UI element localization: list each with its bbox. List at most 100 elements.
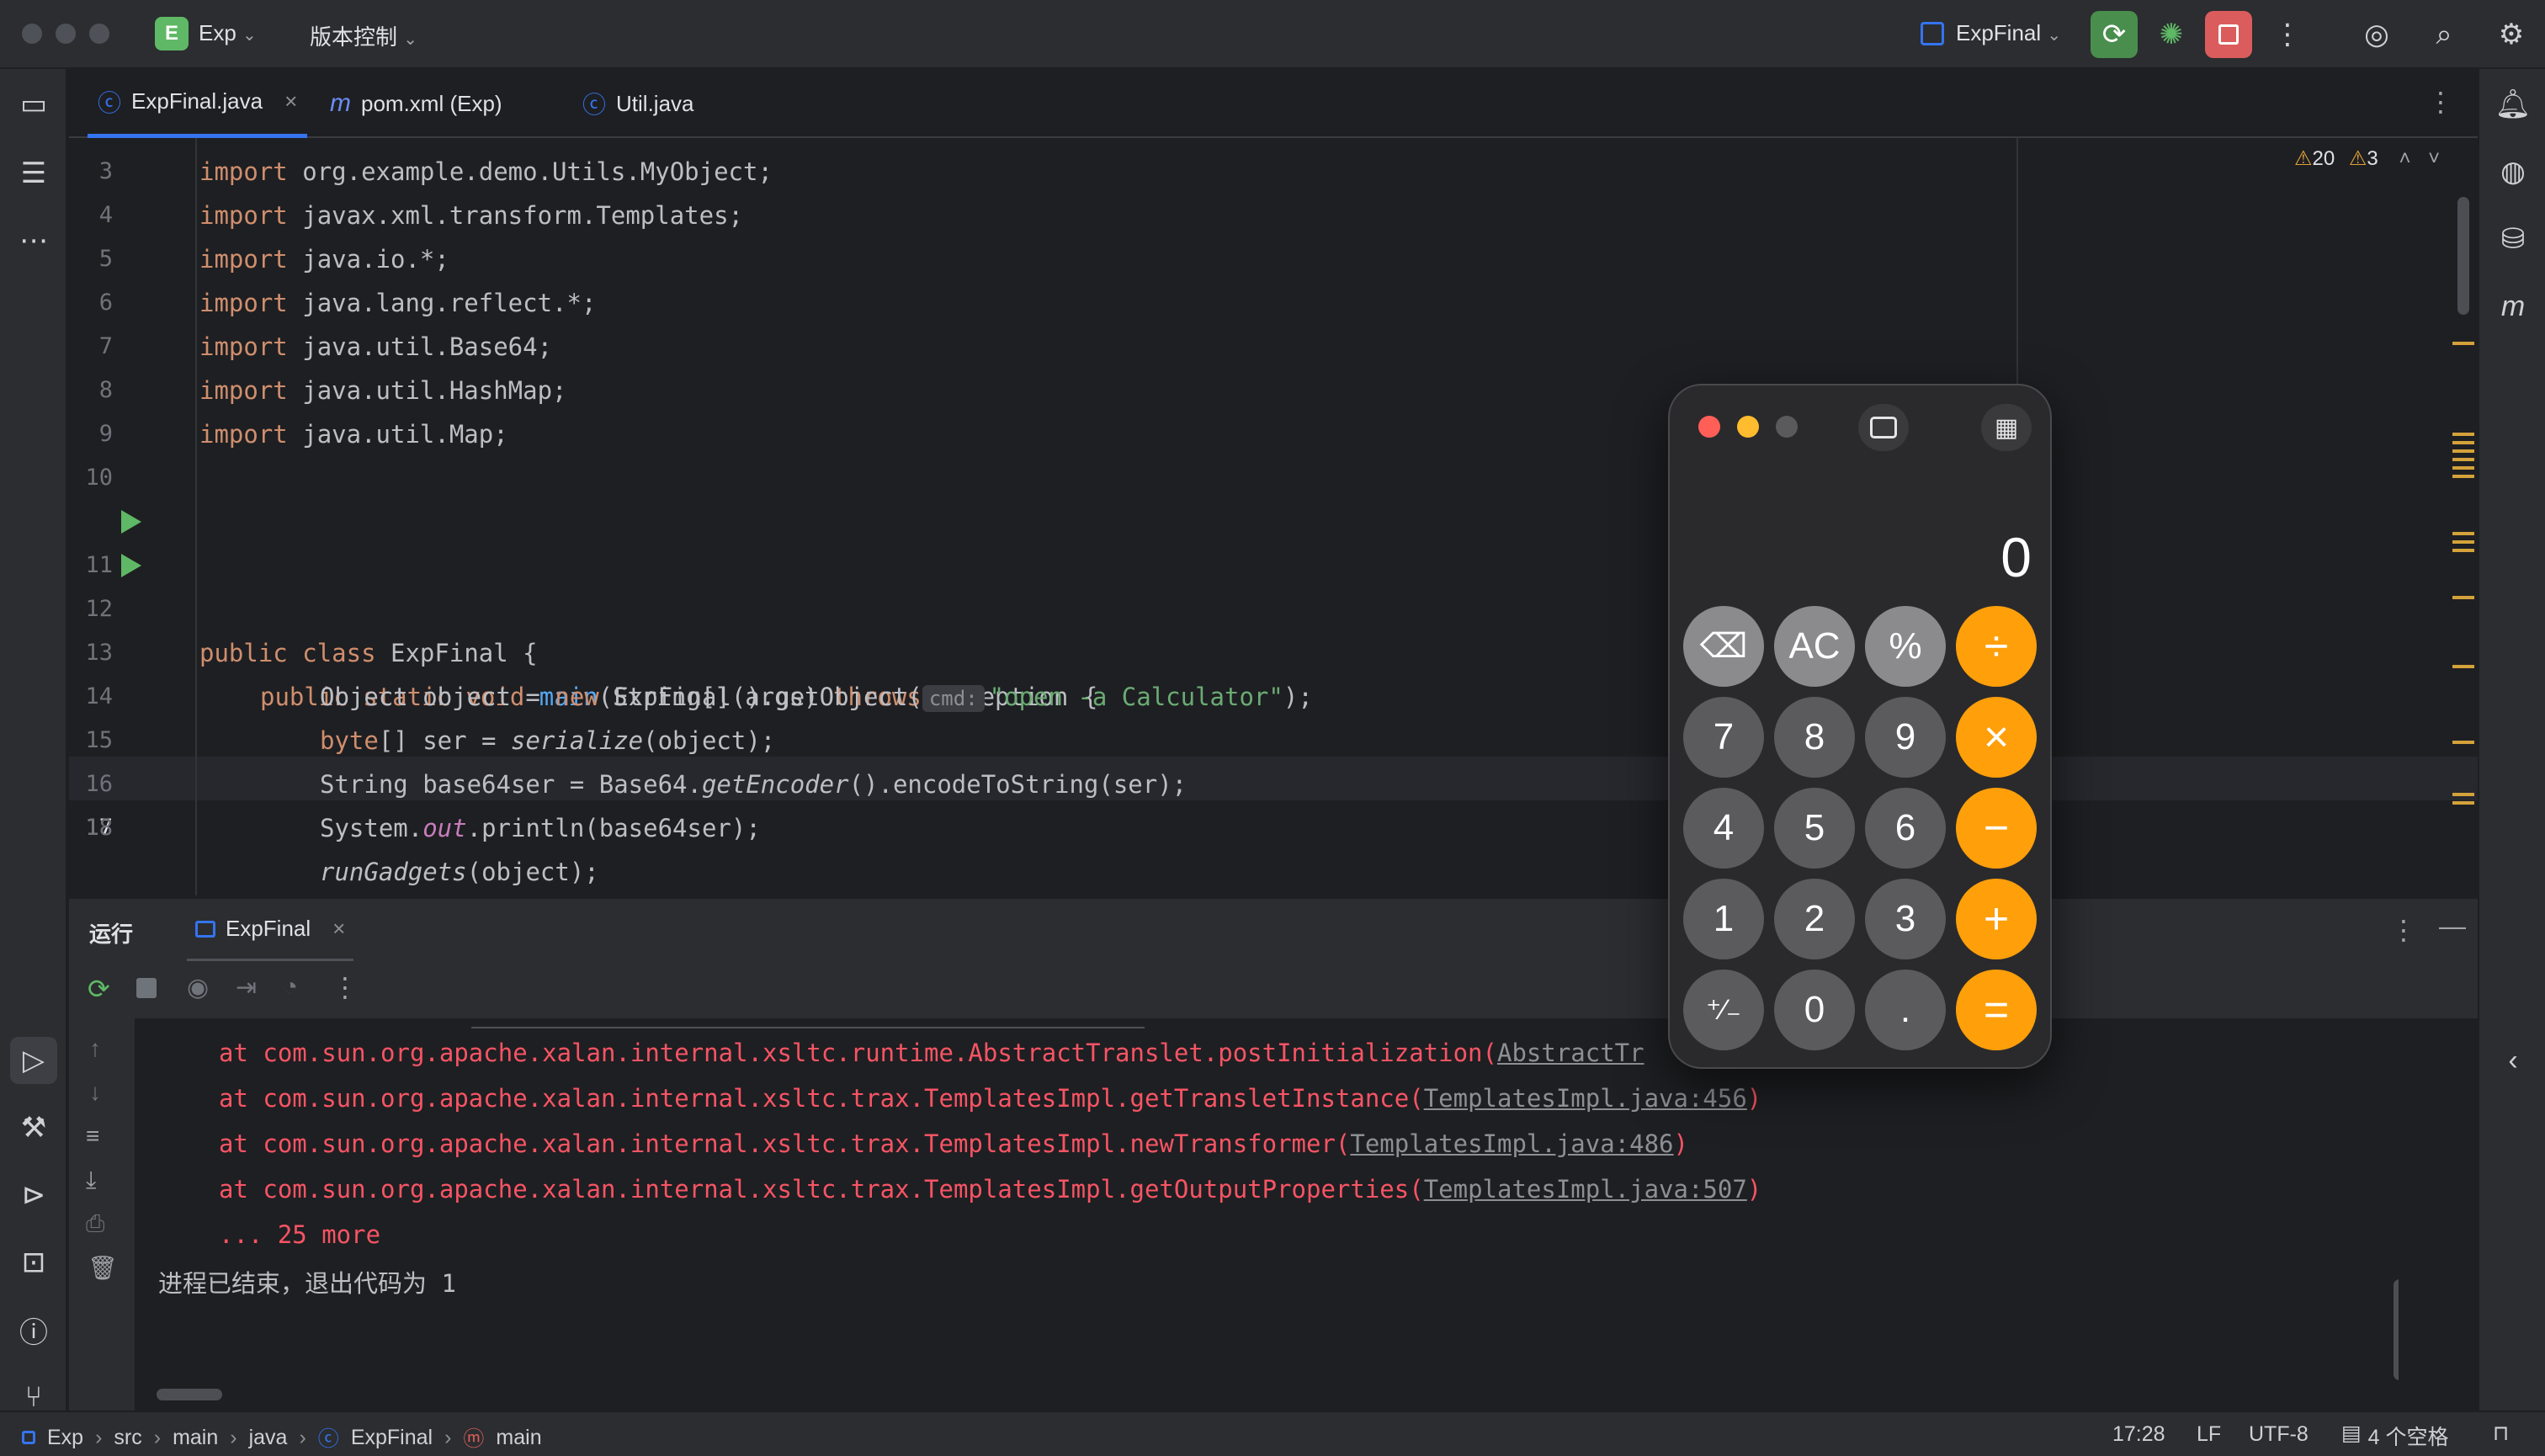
- project-tool-button[interactable]: ▭: [10, 81, 57, 128]
- breadcrumb-item[interactable]: java: [249, 1426, 288, 1450]
- down-arrow-button[interactable]: ↓: [89, 1079, 101, 1106]
- tab-options-button[interactable]: ⋮: [2427, 86, 2454, 118]
- more-tools-button[interactable]: ⋯: [10, 217, 57, 264]
- ai-assistant-button[interactable]: ◎: [2353, 11, 2400, 58]
- digit-0-button[interactable]: 0: [1774, 970, 1855, 1050]
- all-clear-button[interactable]: AC: [1774, 606, 1855, 687]
- source-link[interactable]: TemplatesImpl.java:486: [1350, 1129, 1673, 1158]
- scroll-to-end-button[interactable]: ⤓: [86, 1166, 96, 1194]
- percent-button[interactable]: %: [1865, 606, 1946, 687]
- play-icon: ▷: [22, 1044, 45, 1076]
- breadcrumb-item[interactable]: main: [173, 1426, 218, 1450]
- run-config-selector[interactable]: ExpFinal ⌄: [1956, 20, 2061, 46]
- screenshot-button[interactable]: ◉: [187, 973, 209, 1002]
- console-output[interactable]: at com.sun.org.apache.xalan.internal.xsl…: [135, 1018, 2399, 1411]
- run-class-gutter-icon[interactable]: [121, 510, 141, 534]
- maven-button[interactable]: m: [2489, 283, 2537, 330]
- code-line: 10: [69, 456, 2478, 500]
- calculator-mode-button[interactable]: ▦: [1981, 404, 2032, 451]
- run-tool-button[interactable]: ▷: [10, 1037, 57, 1084]
- zoom-window-button[interactable]: [89, 24, 109, 44]
- backspace-button[interactable]: ⌫: [1683, 606, 1764, 687]
- structure-tool-button[interactable]: ☰: [10, 150, 57, 197]
- breadcrumb-item[interactable]: ExpFinal: [351, 1426, 433, 1450]
- more-actions-button[interactable]: ⋮: [2264, 11, 2311, 58]
- tab-pom-xml[interactable]: m pom.xml (Exp): [330, 69, 502, 138]
- print-button[interactable]: ⎙: [86, 1210, 104, 1238]
- vertical-scrollbar[interactable]: [2394, 1279, 2399, 1380]
- notifications-button[interactable]: 🔔︎: [2489, 81, 2537, 128]
- file-encoding[interactable]: UTF-8: [2249, 1422, 2309, 1447]
- ai-chat-button[interactable]: ◍: [2489, 148, 2537, 195]
- digit-7-button[interactable]: 7: [1683, 697, 1764, 778]
- cursor-position[interactable]: 17:28: [2112, 1422, 2165, 1447]
- search-button[interactable]: ⌕: [2420, 11, 2468, 58]
- stop-button[interactable]: [136, 978, 157, 998]
- decimal-button[interactable]: .: [1865, 970, 1946, 1050]
- minimize-panel-button[interactable]: —: [2439, 911, 2466, 942]
- digit-9-button[interactable]: 9: [1865, 697, 1946, 778]
- horizontal-scrollbar[interactable]: [157, 1389, 222, 1400]
- digit-8-button[interactable]: 8: [1774, 697, 1855, 778]
- tab-run-expfinal[interactable]: ExpFinal ×: [187, 899, 354, 963]
- calc-close-button[interactable]: [1698, 416, 1720, 438]
- services-tool-button[interactable]: ⊳: [10, 1172, 57, 1219]
- calc-zoom-button[interactable]: [1776, 416, 1798, 438]
- tab-util-java[interactable]: ⓒ Util.java: [582, 69, 694, 138]
- more-frames-line: ... 25 more: [219, 1220, 381, 1249]
- soft-wrap-button[interactable]: ≡: [86, 1123, 99, 1150]
- multiply-button[interactable]: ×: [1956, 697, 2037, 778]
- keyword: import: [199, 332, 288, 361]
- collapse-panel-button[interactable]: ‹: [2489, 1037, 2537, 1084]
- breadcrumb-item[interactable]: Exp: [47, 1426, 83, 1450]
- indent-setting[interactable]: ▤ 4 个空格: [2341, 1421, 2448, 1451]
- line-number: 4: [98, 202, 113, 228]
- close-icon[interactable]: ×: [284, 88, 297, 114]
- profiler-button[interactable]: ◔: [283, 973, 298, 1002]
- minimize-window-button[interactable]: [56, 24, 76, 44]
- calc-minimize-button[interactable]: [1737, 416, 1759, 438]
- sidebar-toggle-button[interactable]: [1858, 404, 1909, 451]
- settings-button[interactable]: ⚙: [2488, 11, 2535, 58]
- rerun-button[interactable]: ⟳: [2091, 11, 2138, 58]
- add-button[interactable]: +: [1956, 879, 2037, 959]
- clear-console-button[interactable]: 🗑︎: [88, 1254, 118, 1282]
- digit-3-button[interactable]: 3: [1865, 879, 1946, 959]
- source-link[interactable]: AbstractTr: [1497, 1039, 1644, 1067]
- subtract-button[interactable]: −: [1956, 788, 2037, 869]
- lock-button[interactable]: ⊓: [2493, 1421, 2510, 1446]
- debug-button[interactable]: ✺: [2148, 11, 2195, 58]
- breadcrumb-item[interactable]: main: [496, 1426, 541, 1450]
- source-link[interactable]: TemplatesImpl.java:507: [1424, 1175, 1747, 1204]
- close-icon[interactable]: ×: [332, 916, 345, 942]
- toggle-sign-button[interactable]: ⁺∕₋: [1683, 970, 1764, 1050]
- run-main-gutter-icon[interactable]: [121, 554, 141, 577]
- close-window-button[interactable]: [22, 24, 42, 44]
- run-panel-options[interactable]: ⋮: [2390, 914, 2417, 946]
- divide-button[interactable]: ÷: [1956, 606, 2037, 687]
- terminal-tool-button[interactable]: ⊡: [10, 1239, 57, 1286]
- database-button[interactable]: ⛁: [2489, 215, 2537, 263]
- export-button[interactable]: ⇥: [236, 973, 257, 1002]
- up-arrow-button[interactable]: ↑: [89, 1035, 101, 1062]
- digit-6-button[interactable]: 6: [1865, 788, 1946, 869]
- breadcrumb-item[interactable]: src: [114, 1426, 141, 1450]
- tab-expfinal-java[interactable]: ⓒ ExpFinal.java ×: [88, 69, 308, 138]
- code-editor[interactable]: ⚠20 ⚠3 ˄ ˅ 3 import org.example.demo.Util…: [69, 138, 2478, 895]
- digit-4-button[interactable]: 4: [1683, 788, 1764, 869]
- vcs-menu[interactable]: 版本控制 ⌄: [310, 20, 417, 51]
- digit-2-button[interactable]: 2: [1774, 879, 1855, 959]
- run-more-button[interactable]: ⋮: [332, 971, 359, 1003]
- equals-button[interactable]: =: [1956, 970, 2037, 1050]
- problems-tool-button[interactable]: ⓘ: [10, 1306, 57, 1353]
- digit-5-button[interactable]: 5: [1774, 788, 1855, 869]
- source-link[interactable]: TemplatesImpl.java:456: [1424, 1084, 1747, 1113]
- line-number: 18: [85, 815, 113, 841]
- build-tool-button[interactable]: ⚒: [10, 1104, 57, 1151]
- digit-1-button[interactable]: 1: [1683, 879, 1764, 959]
- project-switcher[interactable]: Exp ⌄: [199, 20, 257, 46]
- stop-button[interactable]: [2205, 11, 2252, 58]
- line-separator[interactable]: LF: [2197, 1422, 2221, 1447]
- project-badge[interactable]: E: [155, 17, 189, 50]
- rerun-button[interactable]: ⟳: [88, 973, 110, 1005]
